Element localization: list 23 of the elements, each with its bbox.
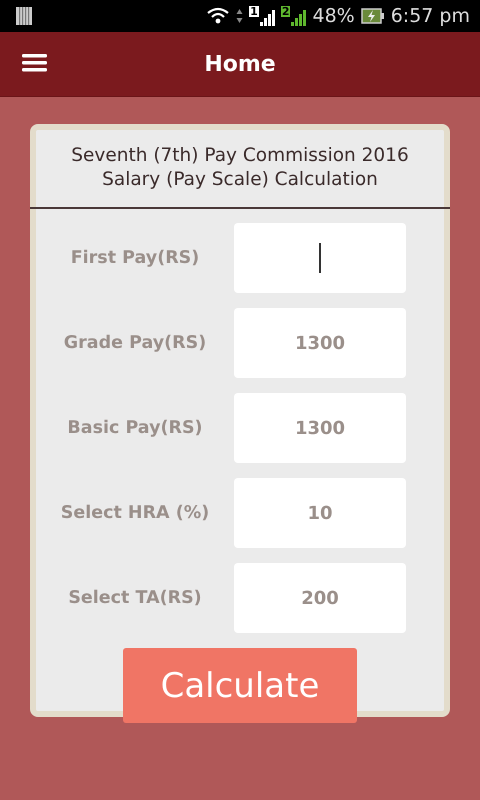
field-label: Basic Pay(RS) bbox=[66, 418, 204, 438]
sim-number: 2 bbox=[280, 6, 290, 17]
field-label: Select TA(RS) bbox=[67, 588, 203, 608]
input-field[interactable] bbox=[234, 223, 406, 293]
field-label: Grade Pay(RS) bbox=[62, 333, 208, 353]
input-field[interactable]: 1300 bbox=[234, 308, 406, 378]
signal-icon bbox=[260, 10, 275, 26]
battery-percent: 48% bbox=[312, 5, 355, 27]
menu-icon[interactable] bbox=[22, 53, 47, 73]
sim-number: 1 bbox=[249, 6, 259, 17]
card-title: Seventh (7th) Pay Commission 2016 Salary (Pay Scale) Calculation bbox=[30, 130, 450, 209]
input-field[interactable]: 10 bbox=[234, 478, 406, 548]
input-field[interactable]: 200 bbox=[234, 563, 406, 633]
data-arrows-icon bbox=[236, 8, 244, 24]
field-label: Select HRA (%) bbox=[60, 503, 210, 523]
wifi-icon bbox=[206, 7, 230, 25]
battery-charging-icon bbox=[360, 8, 385, 24]
clock-time: 6:57 pm bbox=[390, 5, 470, 27]
field-label: First Pay(RS) bbox=[70, 248, 200, 268]
signal-icon bbox=[291, 10, 306, 26]
input-field[interactable]: 1300 bbox=[234, 393, 406, 463]
calculate-button[interactable]: Calculate bbox=[123, 648, 357, 723]
screen-title: Home bbox=[204, 52, 276, 76]
